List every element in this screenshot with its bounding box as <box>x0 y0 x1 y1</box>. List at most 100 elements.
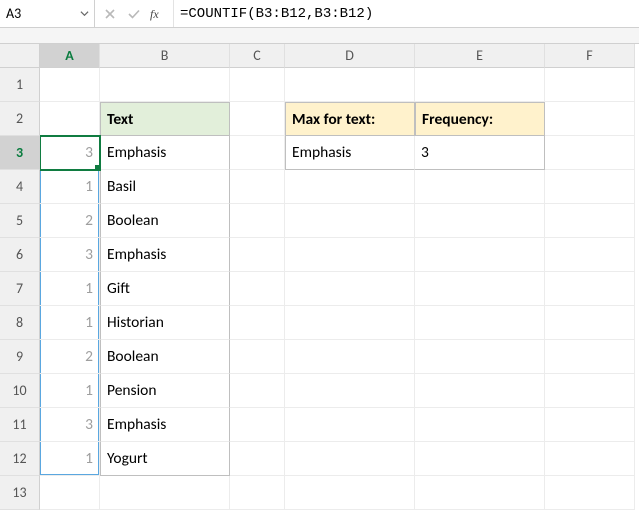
select-all-corner[interactable] <box>0 44 40 68</box>
cell[interactable] <box>415 442 545 476</box>
cell[interactable] <box>415 272 545 306</box>
cell[interactable] <box>545 102 635 136</box>
cell[interactable] <box>545 170 635 204</box>
column-header[interactable]: D <box>285 44 415 68</box>
cell[interactable] <box>285 340 415 374</box>
row-header[interactable]: 2 <box>0 102 40 136</box>
cell[interactable] <box>230 340 285 374</box>
cell[interactable]: 1 <box>40 306 100 340</box>
cell[interactable]: 1 <box>40 272 100 306</box>
cell[interactable] <box>545 238 635 272</box>
header-frequency[interactable]: Frequency: <box>415 102 545 136</box>
cell[interactable] <box>285 238 415 272</box>
column-header[interactable]: A <box>40 44 100 68</box>
cell[interactable] <box>545 306 635 340</box>
cell[interactable] <box>285 374 415 408</box>
cell[interactable] <box>285 442 415 476</box>
cell[interactable] <box>285 272 415 306</box>
row-header[interactable]: 8 <box>0 306 40 340</box>
cell[interactable] <box>415 408 545 442</box>
cell[interactable]: Boolean <box>100 204 230 238</box>
chevron-down-icon[interactable] <box>78 9 90 18</box>
cell[interactable] <box>230 136 285 170</box>
cell[interactable] <box>545 204 635 238</box>
row-headers: 1 2 3 4 5 6 7 8 9 10 11 12 13 <box>0 44 40 510</box>
cell[interactable]: 2 <box>40 340 100 374</box>
fx-icon[interactable]: fx <box>147 3 169 25</box>
cell[interactable] <box>230 408 285 442</box>
cell[interactable]: 1 <box>40 442 100 476</box>
cell[interactable] <box>230 306 285 340</box>
cell[interactable] <box>545 442 635 476</box>
cell[interactable]: Historian <box>100 306 230 340</box>
formula-input[interactable] <box>180 6 639 22</box>
column-header[interactable]: C <box>230 44 285 68</box>
cell[interactable]: Gift <box>100 272 230 306</box>
formula-bar: fx <box>0 0 639 28</box>
cell[interactable] <box>230 442 285 476</box>
column-header[interactable]: F <box>545 44 635 68</box>
cell[interactable] <box>545 136 635 170</box>
cell[interactable]: 3 <box>40 238 100 272</box>
row-header[interactable]: 11 <box>0 408 40 442</box>
row-header[interactable]: 6 <box>0 238 40 272</box>
cell[interactable]: Boolean <box>100 340 230 374</box>
header-max-for-text[interactable]: Max for text: <box>285 102 415 136</box>
cell[interactable] <box>230 374 285 408</box>
cell[interactable] <box>40 68 100 102</box>
cell-max-text[interactable]: Emphasis <box>285 136 415 170</box>
cell[interactable] <box>285 408 415 442</box>
cell[interactable]: 2 <box>40 204 100 238</box>
cell[interactable] <box>415 170 545 204</box>
row-header[interactable]: 7 <box>0 272 40 306</box>
column-header[interactable]: B <box>100 44 230 68</box>
cell[interactable] <box>100 68 230 102</box>
column-header[interactable]: E <box>415 44 545 68</box>
row-header[interactable]: 12 <box>0 442 40 476</box>
cell[interactable] <box>545 68 635 102</box>
cell[interactable] <box>285 170 415 204</box>
cell[interactable] <box>415 204 545 238</box>
cell[interactable] <box>230 170 285 204</box>
cell[interactable]: 1 <box>40 170 100 204</box>
cell[interactable]: Yogurt <box>100 442 230 476</box>
cell[interactable]: 3 <box>40 408 100 442</box>
cell[interactable] <box>415 238 545 272</box>
name-box[interactable] <box>6 5 78 22</box>
cell[interactable] <box>545 272 635 306</box>
cell[interactable] <box>285 204 415 238</box>
cell[interactable] <box>545 408 635 442</box>
cell-A3[interactable]: 3 <box>40 136 100 170</box>
row-header[interactable]: 3 <box>0 136 40 170</box>
cell[interactable]: Emphasis <box>100 408 230 442</box>
cell[interactable] <box>415 306 545 340</box>
cell[interactable] <box>545 340 635 374</box>
cell[interactable]: Basil <box>100 170 230 204</box>
cell[interactable]: Emphasis <box>100 136 230 170</box>
cell[interactable]: Emphasis <box>100 238 230 272</box>
cell[interactable] <box>230 102 285 136</box>
row-header[interactable]: 1 <box>0 68 40 102</box>
row-header[interactable]: 5 <box>0 204 40 238</box>
cell[interactable] <box>40 102 100 136</box>
cell[interactable]: Pension <box>100 374 230 408</box>
row-header[interactable]: 4 <box>0 170 40 204</box>
cell[interactable] <box>230 238 285 272</box>
cell[interactable] <box>415 68 545 102</box>
cell[interactable] <box>230 68 285 102</box>
cell[interactable] <box>415 340 545 374</box>
header-text[interactable]: Text <box>100 102 230 136</box>
cell-frequency[interactable]: 3 <box>415 136 545 170</box>
formula-bar-buttons: fx <box>95 0 174 27</box>
cell[interactable] <box>230 272 285 306</box>
row-header[interactable]: 10 <box>0 374 40 408</box>
cell[interactable] <box>285 68 415 102</box>
confirm-icon[interactable] <box>123 3 145 25</box>
cancel-icon[interactable] <box>99 3 121 25</box>
cell[interactable] <box>230 204 285 238</box>
row-header[interactable]: 9 <box>0 340 40 374</box>
cell[interactable] <box>285 306 415 340</box>
cell[interactable] <box>545 374 635 408</box>
cell[interactable]: 1 <box>40 374 100 408</box>
cell[interactable] <box>415 374 545 408</box>
